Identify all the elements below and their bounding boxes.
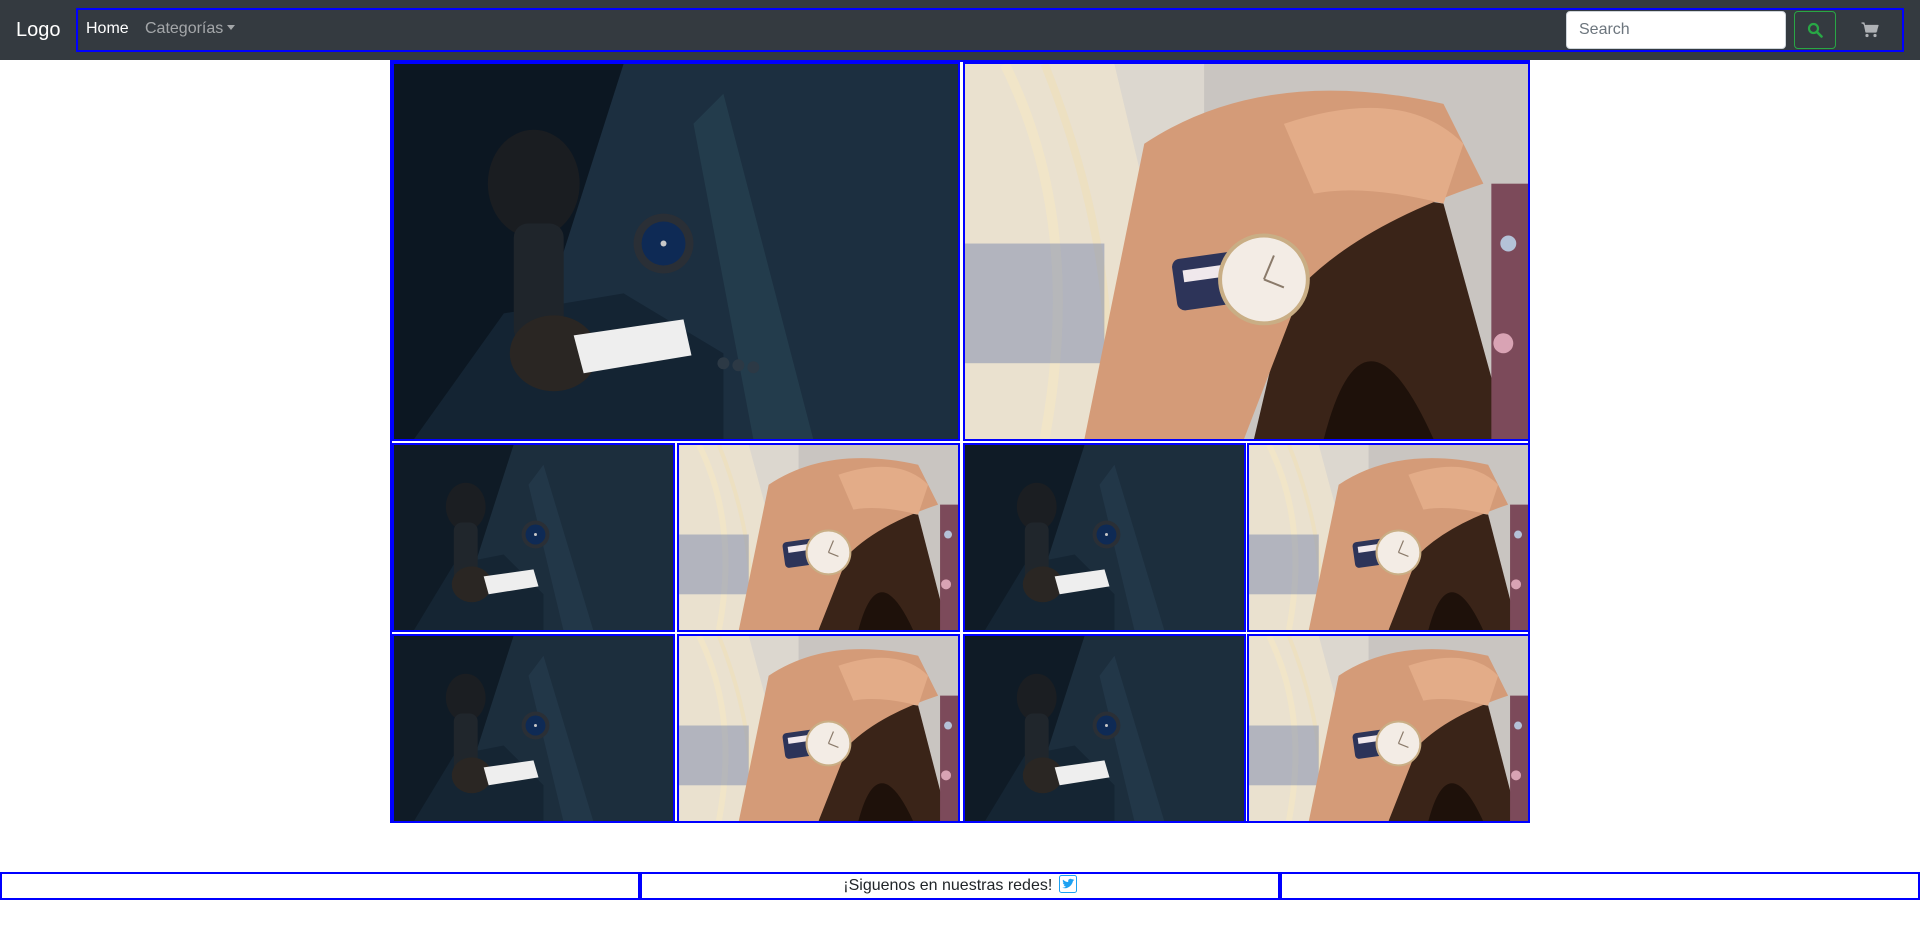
footer-social-cell: ¡Siguenos en nuestras redes! (640, 872, 1280, 900)
gallery-image-man-watch[interactable] (392, 443, 675, 632)
gallery-image-man-watch[interactable] (392, 62, 960, 441)
footer-right-cell (1280, 872, 1920, 900)
search-button[interactable] (1794, 11, 1836, 49)
gallery-image-woman-watch[interactable] (1247, 634, 1530, 823)
gallery-photo (394, 445, 673, 630)
gallery-photo (394, 636, 673, 821)
gallery-image-man-watch[interactable] (963, 443, 1246, 632)
search-input[interactable] (1566, 11, 1786, 49)
gallery-image-man-watch[interactable] (392, 634, 675, 823)
nav-categories-dropdown[interactable]: Categorías (145, 20, 236, 38)
twitter-icon[interactable] (1058, 875, 1077, 893)
cart-icon (1861, 22, 1879, 38)
gallery-photo (1249, 636, 1528, 821)
gallery-photo (965, 445, 1244, 630)
footer-social-text: ¡Siguenos en nuestras redes! (843, 877, 1053, 894)
gallery-photo (394, 64, 958, 439)
gallery-photo (679, 445, 958, 630)
gallery-image-man-watch[interactable] (963, 634, 1246, 823)
nav-categories-label: Categorías (145, 20, 224, 37)
watch-gallery (390, 60, 1530, 823)
gallery-image-woman-watch[interactable] (677, 443, 960, 632)
cart-button[interactable] (1852, 14, 1888, 46)
gallery-photo (965, 64, 1528, 439)
gallery-photo (1249, 445, 1528, 630)
gallery-photo (965, 636, 1244, 821)
nav-home-link[interactable]: Home (86, 20, 129, 38)
brand-logo[interactable]: Logo (16, 17, 61, 43)
search-icon (1807, 22, 1823, 38)
gallery-photo (679, 636, 958, 821)
gallery-image-woman-watch[interactable] (963, 62, 1530, 441)
footer-left-cell (0, 872, 640, 900)
gallery-image-woman-watch[interactable] (1247, 443, 1530, 632)
gallery-image-woman-watch[interactable] (677, 634, 960, 823)
top-navbar: Logo Home Categorías (0, 0, 1920, 60)
dropdown-caret-icon (227, 25, 236, 30)
